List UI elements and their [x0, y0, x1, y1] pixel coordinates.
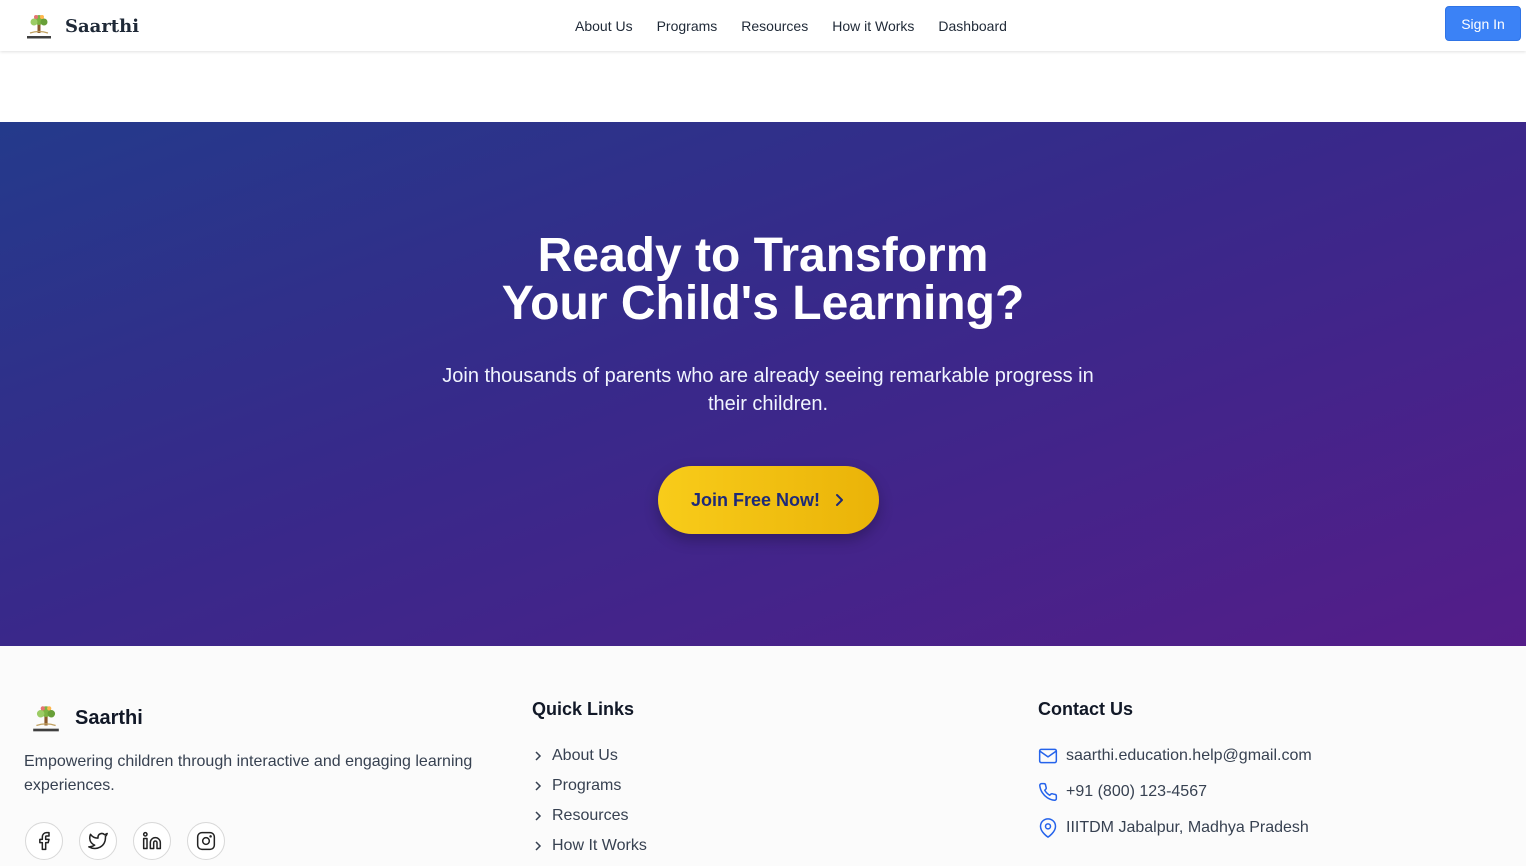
contact-list: saarthi.education.help@gmail.com +91 (80… — [1038, 738, 1312, 846]
contact-phone[interactable]: +91 (800) 123-4567 — [1038, 774, 1312, 810]
chevron-right-icon — [535, 751, 542, 761]
quick-link-how-it-works[interactable]: How It Works — [533, 828, 647, 864]
quick-links-title: Quick Links — [532, 699, 635, 719]
contact-email[interactable]: saarthi.education.help@gmail.com — [1038, 738, 1312, 774]
hero-title-line-1: Ready to Transform — [537, 229, 989, 282]
nav-link-how-it-works[interactable]: How it Works — [832, 18, 914, 34]
nav-link-dashboard[interactable]: Dashboard — [938, 18, 1007, 34]
facebook-link[interactable] — [25, 822, 63, 860]
saarthi-tree-logo-icon — [27, 15, 51, 39]
instagram-link[interactable] — [187, 822, 225, 860]
contact-us-title: Contact Us — [1038, 699, 1134, 719]
twitter-icon — [88, 832, 108, 850]
linkedin-link[interactable] — [133, 822, 171, 860]
contact-phone-text: +91 (800) 123-4567 — [1066, 783, 1207, 800]
hero-subtitle: Join thousands of parents who are alread… — [442, 365, 1094, 415]
contact-email-text: saarthi.education.help@gmail.com — [1066, 747, 1312, 764]
linkedin-icon — [142, 831, 162, 850]
quick-link-label: How It Works — [552, 837, 647, 854]
cta-hero-section: Ready to Transform Your Child's Learning… — [0, 122, 1526, 646]
brand[interactable]: Saarthi — [24, 11, 139, 41]
contact-address: IIITDM Jabalpur, Madhya Pradesh — [1038, 810, 1312, 846]
footer-brand[interactable]: Saarthi — [30, 702, 143, 734]
nav-link-about-us[interactable]: About Us — [575, 18, 633, 34]
hero-title: Ready to Transform Your Child's Learning… — [0, 232, 1526, 328]
instagram-icon — [196, 831, 216, 851]
quick-link-label: Resources — [552, 807, 629, 824]
join-free-button-label: Join Free Now! — [690, 489, 820, 510]
brand-name: Saarthi — [65, 15, 140, 37]
chevron-right-icon — [836, 494, 843, 506]
quick-link-label: Programs — [552, 777, 622, 794]
mail-icon — [1038, 748, 1058, 764]
top-navbar: Saarthi About Us Programs Resources How … — [0, 0, 1526, 51]
sign-in-button[interactable]: Sign In — [1445, 6, 1521, 41]
chevron-right-icon — [535, 841, 542, 851]
chevron-right-icon — [535, 811, 542, 821]
join-free-button[interactable]: Join Free Now! — [658, 466, 879, 534]
social-links — [25, 822, 241, 860]
facebook-icon — [39, 831, 50, 851]
twitter-link[interactable] — [79, 822, 117, 860]
saarthi-tree-logo-icon — [33, 706, 59, 732]
map-pin-icon — [1039, 818, 1057, 838]
quick-link-label: About Us — [552, 747, 618, 764]
footer-tagline: Empowering children through interactive … — [24, 753, 473, 794]
footer: Saarthi Empowering children through inte… — [0, 646, 1526, 866]
nav-link-resources[interactable]: Resources — [741, 18, 808, 34]
contact-address-text: IIITDM Jabalpur, Madhya Pradesh — [1066, 819, 1309, 836]
hero-title-line-2: Your Child's Learning? — [501, 277, 1025, 330]
main-nav: About Us Programs Resources How it Works… — [563, 0, 1019, 51]
chevron-right-icon — [535, 781, 542, 791]
footer-brand-name: Saarthi — [75, 706, 143, 729]
phone-icon — [1039, 782, 1058, 802]
quick-links-list: About Us Programs Resources How It Works — [533, 738, 647, 864]
nav-link-programs[interactable]: Programs — [657, 18, 718, 34]
